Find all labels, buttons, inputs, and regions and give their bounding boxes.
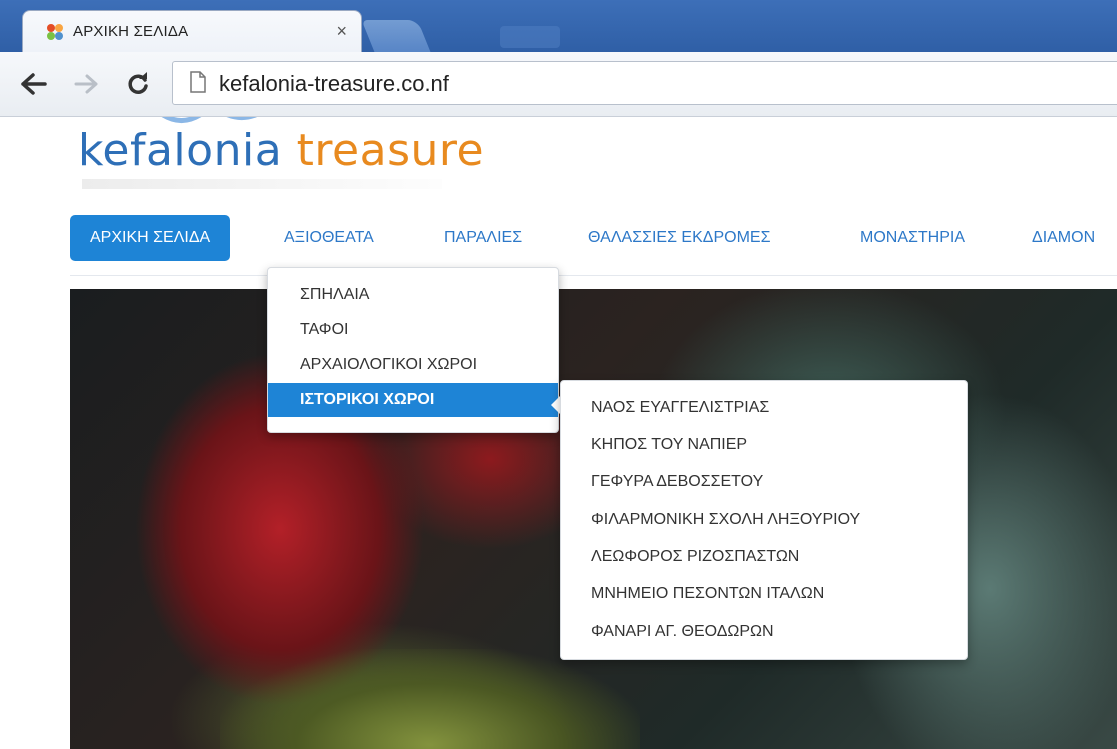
logo-reflection	[82, 179, 442, 189]
menu-item-accommodation[interactable]: ΔΙΑΜΟΝ	[1032, 215, 1095, 261]
subsubmenu-item[interactable]: ΦΙΛΑΡΜΟΝΙΚΗ ΣΧΟΛΗ ΛΗΞΟΥΡΙΟΥ	[591, 511, 860, 529]
subsubmenu-item[interactable]: ΝΑΟΣ ΕΥΑΓΓΕΛΙΣΤΡΙΑΣ	[591, 399, 769, 417]
submenu-item-archaeological-sites[interactable]: ΑΡΧΑΙΟΛΟΓΙΚΟΙ ΧΩΡΟΙ	[300, 356, 477, 374]
logo-decoration	[161, 117, 258, 123]
reload-icon	[128, 72, 148, 94]
hero-vegetation	[220, 649, 640, 749]
subsubmenu-item[interactable]: ΜΝΗΜΕΙΟ ΠΕΣΟΝΤΩΝ ΙΤΑΛΩΝ	[591, 585, 824, 603]
browser-toolbar: kefalonia-treasure.co.nf	[0, 52, 1117, 117]
subsubmenu-item[interactable]: ΓΕΦΥΡΑ ΔΕΒΟΣΣΕΤΟΥ	[591, 473, 763, 491]
submenu-item-historic-sites[interactable]: ΙΣΤΟΡΙΚΟΙ ΧΩΡΟΙ	[268, 383, 558, 417]
browser-tabstrip: ΑΡΧΙΚΗ ΣΕΛΙΔΑ ×	[0, 0, 1117, 53]
forward-button[interactable]	[66, 64, 106, 104]
subsubmenu-item[interactable]: ΚΗΠΟΣ ΤΟΥ ΝΑΠΙΕΡ	[591, 436, 747, 454]
logo-word-treasure: treasure	[296, 125, 485, 176]
web-page: kefalonia treasure ΑΡΧΙΚΗ ΣΕΛΙΔΑ ΑΞΙΟΘΕΑ…	[0, 117, 1117, 749]
submenu-sights: ΣΠΗΛΑΙΑ ΤΑΦΟΙ ΑΡΧΑΙΟΛΟΓΙΚΟΙ ΧΩΡΟΙ ΙΣΤΟΡΙ…	[267, 267, 559, 433]
tabstrip-decoration	[500, 26, 560, 48]
url-text: kefalonia-treasure.co.nf	[219, 71, 449, 96]
logo-word-kefalonia: kefalonia	[78, 125, 283, 176]
submenu-item-tombs[interactable]: ΤΑΦΟΙ	[300, 321, 348, 339]
submenu-historic-sites: ΝΑΟΣ ΕΥΑΓΓΕΛΙΣΤΡΙΑΣ ΚΗΠΟΣ ΤΟΥ ΝΑΠΙΕΡ ΓΕΦ…	[560, 380, 968, 660]
page-icon	[190, 71, 206, 93]
reload-button[interactable]	[118, 64, 158, 104]
menu-item-monasteries[interactable]: ΜΟΝΑΣΤΗΡΙΑ	[860, 215, 965, 261]
subsubmenu-item[interactable]: ΛΕΩΦΟΡΟΣ ΡΙΖΟΣΠΑΣΤΩΝ	[591, 548, 799, 566]
submenu-item-caves[interactable]: ΣΠΗΛΑΙΑ	[300, 286, 369, 304]
main-menu: ΑΡΧΙΚΗ ΣΕΛΙΔΑ ΑΞΙΟΘΕΑΤΑ ΠΑΡΑΛΙΕΣ ΘΑΛΑΣΣΙ…	[70, 215, 1117, 263]
joomla-favicon-icon	[47, 24, 63, 40]
menu-item-sights[interactable]: ΑΞΙΟΘΕΑΤΑ	[284, 215, 374, 261]
menu-item-sea-excursions[interactable]: ΘΑΛΑΣΣΙΕΣ ΕΚΔΡΟΜΕΣ	[588, 215, 770, 261]
menu-item-beaches[interactable]: ΠΑΡΑΛΙΕΣ	[444, 215, 522, 261]
menu-divider	[70, 275, 1117, 276]
address-bar[interactable]: kefalonia-treasure.co.nf	[172, 61, 1117, 105]
site-logo[interactable]: kefalonia treasure	[78, 125, 484, 176]
back-arrow-icon	[21, 73, 47, 95]
menu-item-home[interactable]: ΑΡΧΙΚΗ ΣΕΛΙΔΑ	[70, 215, 231, 261]
submenu-arrow-icon	[551, 396, 560, 414]
forward-arrow-icon	[74, 74, 98, 94]
tab-close-icon[interactable]: ×	[336, 21, 347, 42]
browser-tab[interactable]: ΑΡΧΙΚΗ ΣΕΛΙΔΑ ×	[22, 10, 362, 53]
new-tab-button[interactable]	[361, 20, 431, 52]
tab-title: ΑΡΧΙΚΗ ΣΕΛΙΔΑ	[73, 23, 189, 40]
subsubmenu-item[interactable]: ΦΑΝΑΡΙ ΑΓ. ΘΕΟΔΩΡΩΝ	[591, 623, 774, 641]
back-button[interactable]	[14, 64, 54, 104]
